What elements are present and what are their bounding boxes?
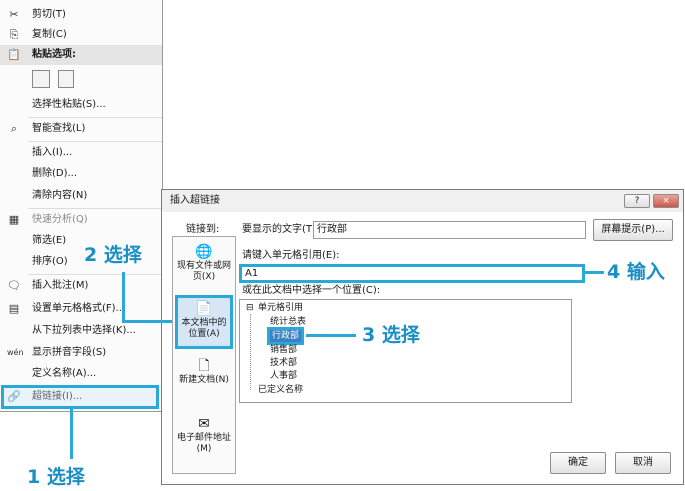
copy-icon: ⎘ — [9, 28, 19, 41]
context-menu: ✂ 剪切(T) ⎘ 复制(C) 📋 粘贴选项: 选择性粘贴(S)... ⌕ 智能… — [0, 0, 163, 412]
nav-this-document[interactable]: 📄 本文档中的位置(A) — [175, 295, 233, 349]
menu-item-insert-label: 插入(I)... — [32, 147, 73, 158]
dialog-title: 插入超链接 — [162, 190, 683, 212]
callout-step-2: 2 选择 — [84, 244, 142, 266]
menu-item-copy-label: 复制(C) — [32, 29, 67, 40]
menu-item-delete[interactable]: 删除(D)... — [0, 164, 162, 184]
menu-item-pick-from-list-label: 从下拉列表中选择(K)... — [32, 325, 136, 336]
menu-item-clear-contents-label: 清除内容(N) — [32, 190, 88, 201]
menu-item-sort-label: 排序(O) — [32, 256, 68, 267]
nav-existing-file-label: 现有文件或网页(X) — [176, 261, 231, 282]
select-place-label: 或在此文档中选择一个位置(C): — [242, 285, 381, 296]
place-tree[interactable]: ⊟ 单元格引用 统计总表 行政部 销售部 技术部 人事部 已定义名称 — [239, 299, 572, 403]
menu-item-paste-special[interactable]: 选择性粘贴(S)... — [0, 95, 162, 115]
menu-separator — [28, 141, 162, 142]
nav-this-document-label: 本文档中的位置(A) — [181, 318, 227, 339]
callout-line-2b — [122, 320, 172, 323]
tree-node-sheet[interactable]: 技术部 — [270, 357, 297, 369]
menu-item-smart-lookup-label: 智能查找(L) — [32, 123, 86, 134]
paste-option-icons — [32, 68, 82, 90]
tree-node-defined-names[interactable]: 已定义名称 — [258, 384, 303, 396]
nav-existing-file[interactable]: 🌐 现有文件或网页(X) — [175, 241, 233, 295]
insert-hyperlink-dialog: 插入超链接 ? × 链接到: 要显示的文字(T): 行政部 屏幕提示(P)...… — [161, 189, 684, 485]
comment-icon: 🗨 — [7, 279, 21, 292]
document-place-icon: 📄 — [195, 301, 213, 317]
menu-item-phonetic[interactable]: wén 显示拼音字段(S) — [0, 343, 162, 363]
tree-node-sheet[interactable]: 统计总表 — [270, 316, 306, 328]
callout-line-4 — [584, 271, 604, 274]
format-cells-icon: ▤ — [8, 302, 20, 315]
menu-header-paste-options-label: 粘贴选项: — [32, 49, 76, 60]
cell-ref-label: 请键入单元格引用(E): — [242, 250, 340, 261]
menu-item-insert-comment[interactable]: 🗨 插入批注(M) — [0, 276, 162, 296]
tree-collapse-icon[interactable]: ⊟ — [246, 302, 254, 314]
menu-item-delete-label: 删除(D)... — [32, 168, 78, 179]
nav-new-document-label: 新建文档(N) — [179, 375, 229, 385]
display-text-label: 要显示的文字(T): — [242, 224, 320, 235]
menu-item-define-name-label: 定义名称(A)... — [32, 368, 97, 379]
smart-lookup-icon: ⌕ — [10, 122, 18, 135]
cancel-button[interactable]: 取消 — [615, 452, 671, 474]
phonetic-icon: wén — [7, 348, 24, 357]
callout-line-2 — [122, 272, 125, 322]
highlight-hyperlink — [1, 385, 159, 409]
callout-line-3 — [306, 334, 356, 337]
close-button[interactable]: × — [653, 194, 679, 208]
menu-separator — [28, 208, 162, 209]
menu-item-insert-comment-label: 插入批注(M) — [32, 280, 89, 291]
menu-item-copy[interactable]: ⎘ 复制(C) — [0, 25, 162, 45]
nav-email[interactable]: ✉ 电子邮件地址(M) — [175, 413, 233, 467]
callout-line-1 — [70, 409, 73, 459]
paste-format-icon[interactable] — [32, 70, 50, 88]
cell-ref-input[interactable]: A1 — [239, 264, 585, 283]
nav-email-label: 电子邮件地址(M) — [176, 433, 231, 454]
quick-analysis-icon: ▦ — [8, 213, 20, 226]
menu-header-paste-options: 📋 粘贴选项: — [0, 45, 162, 65]
display-text-input[interactable]: 行政部 — [313, 221, 586, 239]
screen-tip-button[interactable]: 屏幕提示(P)... — [593, 219, 673, 241]
new-document-icon: 🗋 — [198, 358, 210, 374]
menu-separator — [28, 274, 162, 275]
menu-item-cut[interactable]: ✂ 剪切(T) — [0, 5, 162, 25]
callout-step-4: 4 输入 — [607, 261, 665, 283]
tree-node-sheet[interactable]: 销售部 — [270, 344, 297, 356]
menu-item-smart-lookup[interactable]: ⌕ 智能查找(L) — [0, 119, 162, 139]
ok-button[interactable]: 确定 — [550, 452, 606, 474]
scissors-icon: ✂ — [9, 8, 19, 21]
menu-item-quick-analysis[interactable]: ▦ 快速分析(Q) — [0, 210, 162, 230]
menu-item-define-name[interactable]: 定义名称(A)... — [0, 364, 162, 384]
menu-item-format-cells-label: 设置单元格格式(F)... — [32, 303, 126, 314]
tree-node-cell-refs[interactable]: 单元格引用 — [258, 302, 303, 314]
tree-node-sheet-selected[interactable]: 行政部 — [266, 327, 305, 345]
menu-item-quick-analysis-label: 快速分析(Q) — [32, 214, 88, 225]
callout-step-3: 3 选择 — [362, 324, 420, 346]
menu-item-insert[interactable]: 插入(I)... — [0, 143, 162, 163]
tree-node-sheet[interactable]: 人事部 — [270, 370, 297, 382]
link-to-label: 链接到: — [186, 224, 220, 235]
clipboard-icon: 📋 — [7, 48, 21, 61]
callout-step-1: 1 选择 — [27, 466, 85, 488]
menu-item-paste-special-label: 选择性粘贴(S)... — [32, 99, 106, 110]
tree-guide-line — [250, 314, 251, 390]
menu-item-format-cells[interactable]: ▤ 设置单元格格式(F)... — [0, 299, 162, 319]
globe-file-icon: 🌐 — [195, 244, 213, 260]
menu-item-cut-label: 剪切(T) — [32, 9, 66, 20]
menu-item-pick-from-list[interactable]: 从下拉列表中选择(K)... — [0, 321, 162, 341]
email-icon: ✉ — [198, 416, 210, 432]
menu-item-phonetic-label: 显示拼音字段(S) — [32, 347, 107, 358]
paste-values-icon[interactable] — [58, 70, 74, 88]
menu-item-clear-contents[interactable]: 清除内容(N) — [0, 186, 162, 206]
nav-new-document[interactable]: 🗋 新建文档(N) — [175, 355, 233, 409]
menu-item-filter-label: 筛选(E) — [32, 235, 67, 246]
help-button[interactable]: ? — [624, 194, 650, 208]
link-to-pane: 🌐 现有文件或网页(X) 📄 本文档中的位置(A) 🗋 新建文档(N) ✉ 电子… — [172, 236, 236, 474]
menu-separator — [28, 117, 162, 118]
